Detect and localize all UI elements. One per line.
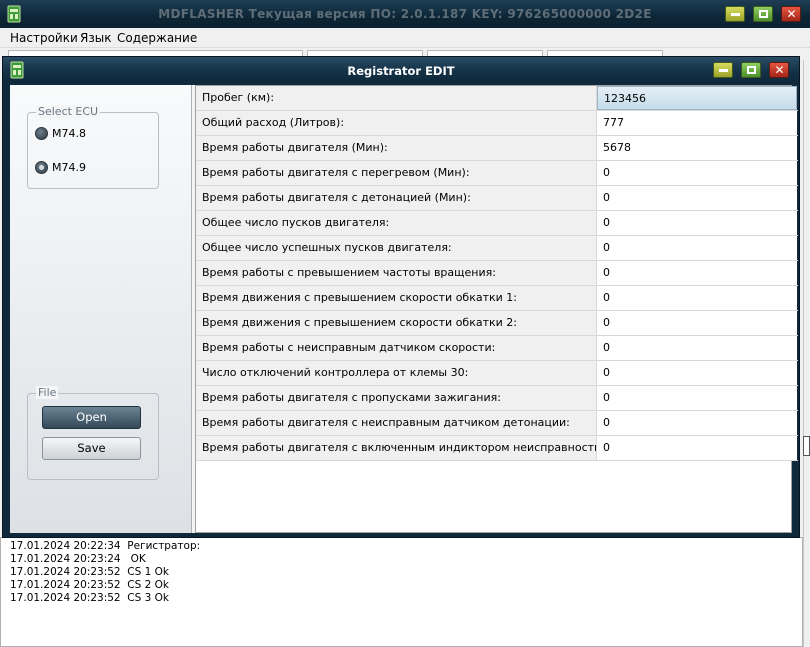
save-button[interactable]: Save bbox=[42, 437, 141, 460]
select-ecu-group: Select ECU M74.8 M74.9 bbox=[27, 105, 159, 189]
maximize-icon bbox=[759, 10, 768, 18]
row-label: Время работы двигателя с детонацией (Мин… bbox=[196, 186, 597, 210]
table-row[interactable]: Время движения с превышением скорости об… bbox=[196, 286, 798, 311]
minimize-icon bbox=[731, 13, 740, 16]
open-button[interactable]: Open bbox=[42, 406, 141, 429]
table-row[interactable]: Время работы с неисправным датчиком скор… bbox=[196, 336, 798, 361]
dialog-minimize-button[interactable] bbox=[713, 62, 733, 78]
menu-settings[interactable]: Настройки bbox=[10, 31, 78, 45]
row-value[interactable]: 5678 bbox=[597, 136, 797, 160]
row-value[interactable]: 0 bbox=[597, 236, 797, 260]
minimize-button[interactable] bbox=[725, 6, 745, 22]
dialog-titlebar[interactable]: Registrator EDIT ✕ bbox=[3, 57, 799, 83]
radio-m74-8[interactable]: M74.8 bbox=[35, 127, 86, 140]
log-line: 17.01.2024 20:23:52 CS 1 Ok bbox=[10, 566, 169, 578]
row-value[interactable]: 0 bbox=[597, 386, 797, 410]
dialog-close-button[interactable]: ✕ bbox=[769, 62, 789, 78]
radio-checked-icon bbox=[35, 161, 48, 174]
row-value[interactable]: 0 bbox=[597, 261, 797, 285]
close-button[interactable]: ✕ bbox=[781, 6, 801, 22]
row-value[interactable]: 0 bbox=[597, 361, 797, 385]
dialog-maximize-button[interactable] bbox=[741, 62, 761, 78]
main-titlebar[interactable]: MDFLASHER Текущая версия ПО: 2.0.1.187 K… bbox=[0, 0, 810, 28]
row-label: Общее число пусков двигателя: bbox=[196, 211, 597, 235]
log-line: 17.01.2024 20:22:34 Регистратор: bbox=[10, 540, 201, 552]
row-value[interactable]: 0 bbox=[597, 286, 797, 310]
row-value[interactable]: 777 bbox=[597, 111, 797, 135]
row-label: Время работы двигателя с перегревом (Мин… bbox=[196, 161, 597, 185]
table-row[interactable]: Время работы двигателя с неисправным дат… bbox=[196, 411, 798, 436]
main-window-title: MDFLASHER Текущая версия ПО: 2.0.1.187 K… bbox=[158, 7, 652, 21]
table-row[interactable]: Общее число успешных пусков двигателя: 0 bbox=[196, 236, 798, 261]
row-value[interactable]: 0 bbox=[597, 211, 797, 235]
row-label: Время работы двигателя с включенным инди… bbox=[196, 436, 597, 460]
row-label: Пробег (км): bbox=[196, 86, 597, 110]
row-value[interactable]: 0 bbox=[597, 186, 797, 210]
background-control bbox=[803, 436, 810, 456]
row-label: Общий расход (Литров): bbox=[196, 111, 597, 135]
radio-label: M74.9 bbox=[52, 161, 86, 174]
table-row[interactable]: Время работы двигателя с детонацией (Мин… bbox=[196, 186, 798, 211]
row-value[interactable]: 0 bbox=[597, 436, 797, 460]
row-label: Время движения с превышением скорости об… bbox=[196, 311, 597, 335]
maximize-button[interactable] bbox=[753, 6, 773, 22]
menu-contents[interactable]: Содержание bbox=[117, 31, 197, 45]
dialog-body: Select ECU M74.8 M74.9 File Open Save Пр… bbox=[10, 85, 798, 533]
log-line: 17.01.2024 20:23:52 CS 3 Ok bbox=[10, 592, 169, 604]
menu-language[interactable]: Язык bbox=[80, 31, 111, 45]
minimize-icon bbox=[719, 69, 728, 72]
row-label: Время работы с неисправным датчиком скор… bbox=[196, 336, 597, 360]
close-icon: ✕ bbox=[774, 63, 785, 77]
table-row[interactable]: Время движения с превышением скорости об… bbox=[196, 311, 798, 336]
select-ecu-legend: Select ECU bbox=[36, 105, 101, 118]
log-area[interactable]: 17.01.2024 20:22:34 Регистратор: 17.01.2… bbox=[0, 537, 803, 647]
log-line: 17.01.2024 20:23:24 OK bbox=[10, 553, 146, 565]
row-label: Время работы двигателя (Мин): bbox=[196, 136, 597, 160]
table-row[interactable]: Число отключений контроллера от клемы 30… bbox=[196, 361, 798, 386]
table-row[interactable]: Время работы двигателя с включенным инди… bbox=[196, 436, 798, 461]
background-panel-edge bbox=[803, 60, 810, 647]
close-icon: ✕ bbox=[786, 7, 797, 21]
row-label: Время работы двигателя с неисправным дат… bbox=[196, 411, 597, 435]
table-row[interactable]: Время работы двигателя с перегревом (Мин… bbox=[196, 161, 798, 186]
dialog-title: Registrator EDIT bbox=[347, 64, 455, 78]
row-value[interactable]: 0 bbox=[597, 336, 797, 360]
registrator-edit-dialog: Registrator EDIT ✕ Select ECU M74.8 M74.… bbox=[2, 56, 800, 538]
table-row[interactable]: Время работы с превышением частоты враще… bbox=[196, 261, 798, 286]
table-row[interactable]: Пробег (км): 123456 bbox=[196, 86, 798, 111]
row-label: Время движения с превышением скорости об… bbox=[196, 286, 597, 310]
registrator-grid[interactable]: Пробег (км): 123456 Общий расход (Литров):… bbox=[195, 85, 798, 533]
table-row[interactable]: Общее число пусков двигателя: 0 bbox=[196, 211, 798, 236]
row-label: Время работы двигателя с пропусками зажи… bbox=[196, 386, 597, 410]
row-label: Число отключений контроллера от клемы 30… bbox=[196, 361, 597, 385]
table-row[interactable]: Время работы двигателя (Мин): 5678 bbox=[196, 136, 798, 161]
file-legend: File bbox=[36, 386, 59, 399]
radio-icon bbox=[35, 127, 48, 140]
file-group: File Open Save bbox=[27, 386, 159, 480]
table-row[interactable]: Время работы двигателя с пропусками зажи… bbox=[196, 386, 798, 411]
row-value[interactable]: 123456 bbox=[597, 86, 797, 110]
row-label: Время работы с превышением частоты враще… bbox=[196, 261, 597, 285]
row-value[interactable]: 0 bbox=[597, 311, 797, 335]
row-label: Общее число успешных пусков двигателя: bbox=[196, 236, 597, 260]
menu-bar: Настройки Язык Содержание bbox=[0, 28, 810, 48]
table-row[interactable]: Общий расход (Литров): 777 bbox=[196, 111, 798, 136]
log-line: 17.01.2024 20:23:52 CS 2 Ok bbox=[10, 579, 169, 591]
left-panel: Select ECU M74.8 M74.9 File Open Save bbox=[10, 85, 192, 533]
row-value[interactable]: 0 bbox=[597, 411, 797, 435]
maximize-icon bbox=[747, 66, 756, 74]
row-value[interactable]: 0 bbox=[597, 161, 797, 185]
radio-m74-9[interactable]: M74.9 bbox=[35, 161, 86, 174]
radio-label: M74.8 bbox=[52, 127, 86, 140]
